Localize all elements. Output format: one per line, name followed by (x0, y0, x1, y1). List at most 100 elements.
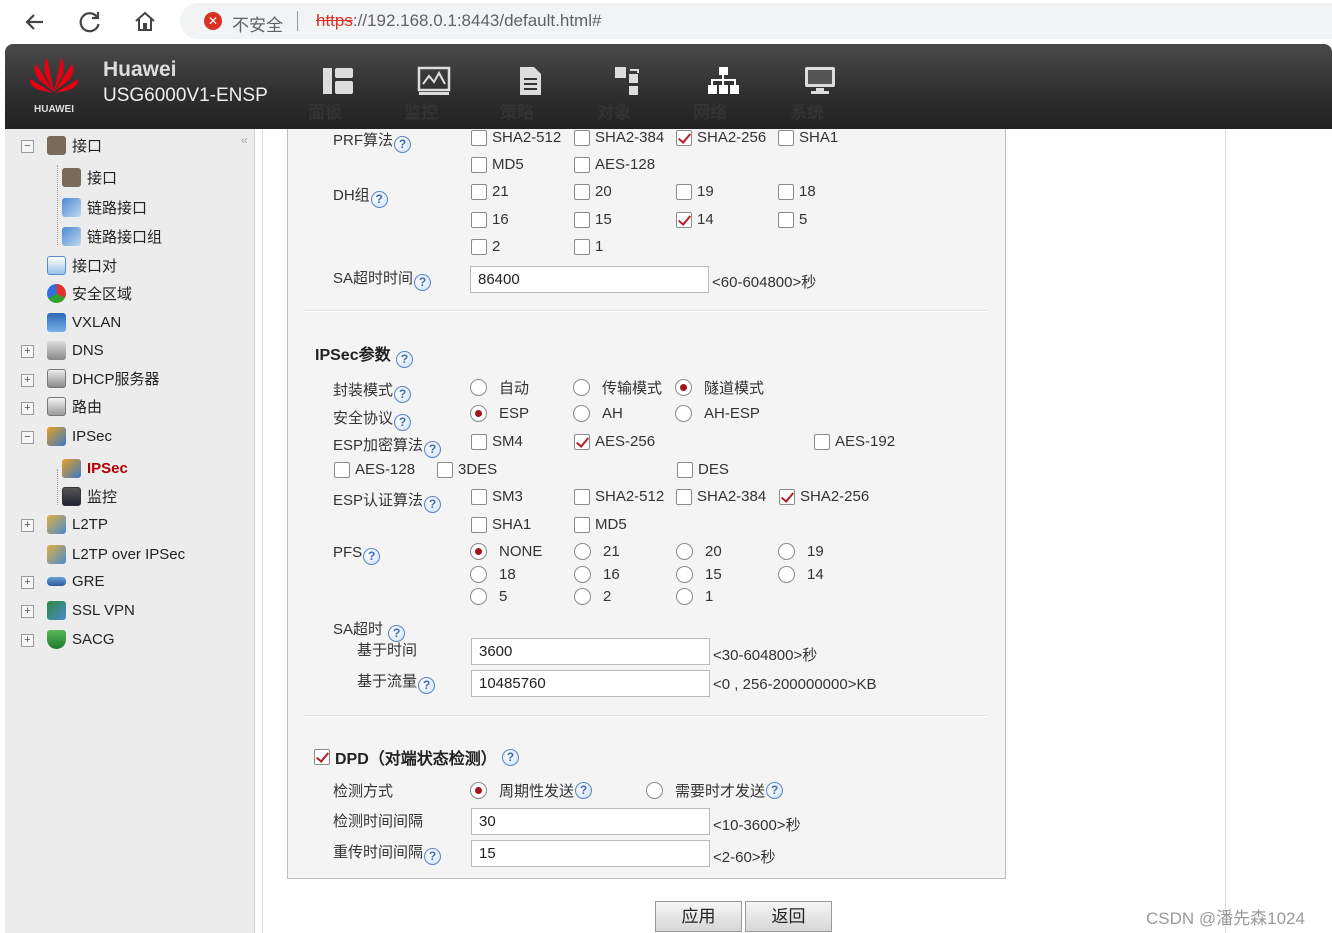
dh-15-checkbox[interactable]: 15 (574, 211, 612, 228)
prf-sha2-512-checkbox[interactable]: SHA2-512 (471, 129, 561, 146)
checkbox-box[interactable] (574, 238, 590, 255)
sidebar-item-l2tp[interactable]: L2TP (47, 513, 108, 535)
auth-sha2-256-checkbox[interactable]: SHA2-256 (779, 488, 869, 505)
proto-ah-esp-radio[interactable]: AH-ESP (675, 405, 760, 422)
checkbox-box[interactable] (814, 433, 830, 450)
checkbox-box[interactable] (778, 183, 794, 200)
checkbox-box[interactable] (471, 211, 487, 228)
expand-toggle[interactable]: + (21, 374, 34, 387)
checkbox-box[interactable] (471, 183, 487, 200)
radio-circle[interactable] (676, 588, 693, 605)
sidebar-item-security-zone[interactable]: 安全区域 (47, 282, 132, 304)
pfs-2-radio[interactable]: 2 (574, 588, 611, 605)
radio-circle[interactable] (470, 379, 487, 396)
home-icon[interactable] (131, 8, 159, 36)
enc-aes-192-checkbox[interactable]: AES-192 (814, 433, 895, 450)
dh-16-checkbox[interactable]: 16 (471, 211, 509, 228)
dh-21-checkbox[interactable]: 21 (471, 183, 509, 200)
help-icon[interactable]: ? (424, 441, 442, 458)
sidebar-item-ssl-vpn[interactable]: SSL VPN (47, 599, 135, 621)
pfs-18-radio[interactable]: 18 (470, 566, 516, 583)
sidebar-item-ipsec-monitor[interactable]: 监控 (62, 485, 117, 507)
help-icon[interactable]: ? (766, 782, 784, 799)
radio-circle[interactable] (676, 543, 693, 560)
enc-des-checkbox[interactable]: DES (677, 461, 729, 478)
help-icon[interactable]: ? (394, 414, 412, 431)
radio-circle[interactable] (574, 543, 591, 560)
checkbox-box[interactable] (574, 488, 590, 505)
checkbox-box[interactable] (778, 129, 794, 146)
pfs-15-radio[interactable]: 15 (676, 566, 722, 583)
back-arrow-icon[interactable] (21, 8, 49, 36)
encap-tunnel-radio[interactable]: 隧道模式 (675, 377, 764, 398)
help-icon[interactable]: ? (363, 548, 381, 565)
help-icon[interactable]: ? (414, 274, 432, 291)
time-lifetime-input[interactable] (471, 638, 710, 665)
nav-monitor[interactable]: 监控 (404, 66, 464, 122)
sidebar-item-interface-pair[interactable]: 接口对 (47, 254, 117, 276)
pfs-5-radio[interactable]: 5 (470, 588, 507, 605)
url-text[interactable]: https://192.168.0.1:8443/default.html# (316, 11, 601, 31)
sidebar-item-sacg[interactable]: SACG (47, 628, 115, 650)
checkbox-box[interactable] (471, 129, 487, 146)
help-icon[interactable]: ? (370, 191, 388, 208)
checkbox-box[interactable] (676, 129, 692, 146)
checkbox-box[interactable] (676, 183, 692, 200)
help-icon[interactable]: ? (424, 848, 442, 865)
auth-sha1-checkbox[interactable]: SHA1 (471, 516, 531, 533)
radio-circle[interactable] (675, 379, 692, 396)
pfs-20-radio[interactable]: 20 (676, 543, 722, 560)
checkbox-box[interactable] (574, 433, 590, 450)
checkbox-box[interactable] (574, 156, 590, 173)
radio-circle[interactable] (573, 405, 590, 422)
help-icon[interactable]: ? (418, 677, 436, 694)
nav-dashboard[interactable]: 面板 (308, 66, 368, 122)
help-icon[interactable]: ? (396, 351, 414, 368)
radio-circle[interactable] (778, 543, 795, 560)
collapse-sidebar-icon[interactable]: « (241, 133, 248, 147)
back-button[interactable]: 返回 (745, 901, 832, 932)
reload-icon[interactable] (76, 8, 104, 36)
expand-toggle[interactable]: + (21, 402, 34, 415)
expand-toggle[interactable]: + (21, 605, 34, 618)
radio-circle[interactable] (470, 782, 487, 799)
encap-auto-radio[interactable]: 自动 (470, 377, 529, 398)
checkbox-box[interactable] (779, 488, 795, 505)
help-icon[interactable]: ? (394, 136, 412, 153)
security-status[interactable]: 不安全 (232, 11, 283, 36)
enc-3des-checkbox[interactable]: 3DES (437, 461, 497, 478)
auth-md5-checkbox[interactable]: MD5 (574, 516, 627, 533)
pfs-16-radio[interactable]: 16 (574, 566, 620, 583)
radio-circle[interactable] (470, 588, 487, 605)
help-icon[interactable]: ? (501, 748, 519, 766)
proto-ah-radio[interactable]: AH (573, 405, 623, 422)
checkbox-box[interactable] (778, 211, 794, 228)
sidebar-item-interface-group[interactable]: 接口 (47, 134, 102, 156)
help-icon[interactable]: ? (394, 386, 412, 403)
auth-sha2-384-checkbox[interactable]: SHA2-384 (676, 488, 766, 505)
prf-aes-128-checkbox[interactable]: AES-128 (574, 156, 655, 173)
dpd-retry-input[interactable] (471, 840, 710, 867)
sidebar-item-gre[interactable]: GRE (47, 570, 105, 592)
checkbox-box[interactable] (574, 516, 590, 533)
proto-esp-radio[interactable]: ESP (470, 405, 529, 422)
dh-5-checkbox[interactable]: 5 (778, 211, 807, 228)
dpd-enable-checkbox[interactable]: DPD（对端状态检测） ? (314, 745, 519, 769)
radio-circle[interactable] (573, 379, 590, 396)
checkbox-box[interactable] (471, 156, 487, 173)
sidebar-item-vxlan[interactable]: VXLAN (47, 311, 121, 333)
radio-circle[interactable] (470, 405, 487, 422)
pfs-19-radio[interactable]: 19 (778, 543, 824, 560)
radio-circle[interactable] (470, 543, 487, 560)
nav-network[interactable]: 网络 (693, 66, 753, 122)
pfs-none-radio[interactable]: NONE (470, 543, 542, 560)
checkbox-box[interactable] (334, 461, 350, 478)
enc-aes-256-checkbox[interactable]: AES-256 (574, 433, 655, 450)
checkbox-box[interactable] (471, 433, 487, 450)
radio-circle[interactable] (470, 566, 487, 583)
encap-transport-radio[interactable]: 传输模式 (573, 377, 662, 398)
expand-toggle[interactable]: + (21, 519, 34, 532)
sidebar-item-dns[interactable]: DNS (47, 339, 104, 361)
radio-circle[interactable] (675, 405, 692, 422)
expand-toggle[interactable]: + (21, 345, 34, 358)
